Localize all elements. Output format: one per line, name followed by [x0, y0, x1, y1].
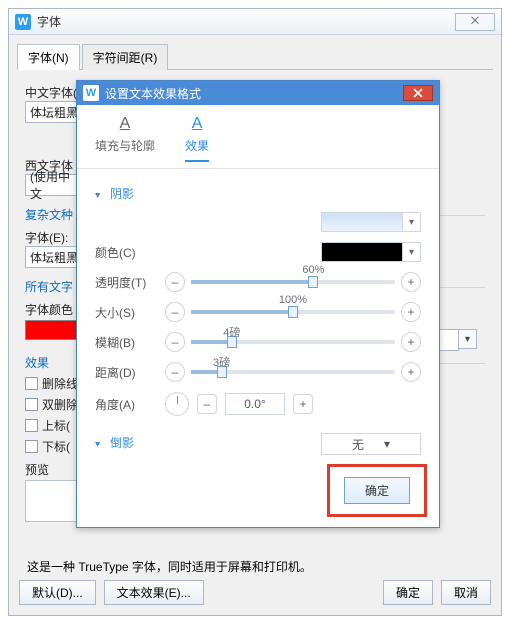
triangle-down-icon: [95, 436, 104, 450]
shadow-color-select[interactable]: ▾: [321, 242, 421, 262]
tab-font[interactable]: 字体(N): [17, 44, 80, 70]
checkbox-icon: [25, 398, 38, 411]
blur-minus-button[interactable]: –: [165, 332, 185, 352]
reflection-select[interactable]: 无 ▾: [321, 433, 421, 455]
angle-input[interactable]: 0.0°: [225, 393, 285, 415]
checkbox-icon: [25, 419, 38, 432]
opacity-plus-button[interactable]: +: [401, 272, 421, 292]
checkbox-icon: [25, 377, 38, 390]
distance-plus-button[interactable]: +: [401, 362, 421, 382]
effect-body: 阴影 ▾ 颜色(C) ▾ 透明度(T) – 60% + 大小(S) –: [77, 169, 439, 475]
effect-dialog-titlebar: W 设置文本效果格式: [77, 81, 439, 105]
font-cancel-button[interactable]: 取消: [441, 580, 491, 605]
font-dialog-close-button[interactable]: ⨉: [455, 13, 495, 31]
effect-close-button[interactable]: [403, 85, 433, 101]
size-minus-button[interactable]: –: [165, 302, 185, 322]
checkbox-icon: [25, 440, 38, 453]
tab-spacing[interactable]: 字符间距(R): [82, 44, 169, 70]
app-logo-icon: W: [15, 14, 31, 30]
angle-dial[interactable]: [165, 392, 189, 416]
distance-slider[interactable]: 3磅: [191, 370, 395, 374]
default-button[interactable]: 默认(D)...: [19, 580, 96, 605]
angle-minus-button[interactable]: –: [197, 394, 217, 414]
size-slider[interactable]: 100%: [191, 310, 395, 314]
opacity-minus-button[interactable]: –: [165, 272, 185, 292]
label-blur: 模糊(B): [95, 334, 165, 351]
close-icon: [413, 88, 423, 98]
text-effect-button[interactable]: 文本效果(E)...: [104, 580, 204, 605]
effect-tabs: A 填充与轮廓 A 效果: [77, 105, 439, 169]
triangle-down-icon: [95, 187, 104, 201]
effect-dialog-title: 设置文本效果格式: [105, 85, 201, 102]
font-dialog-titlebar: W 字体 ⨉: [9, 9, 501, 35]
ok-highlight-frame: 确定: [327, 464, 427, 517]
font-ok-button[interactable]: 确定: [383, 580, 433, 605]
text-effect-dialog: W 设置文本效果格式 A 填充与轮廓 A 效果 阴影 ▾ 颜色(C) ▾ 透明度…: [76, 80, 440, 528]
distance-minus-button[interactable]: –: [165, 362, 185, 382]
font-color-swatch[interactable]: [25, 320, 83, 340]
angle-plus-button[interactable]: +: [293, 394, 313, 414]
fill-outline-icon: A: [120, 115, 131, 133]
effect-icon: A: [192, 115, 203, 133]
label-size: 大小(S): [95, 304, 165, 321]
label-distance: 距离(D): [95, 364, 165, 381]
tab-fill-outline[interactable]: A 填充与轮廓: [95, 115, 155, 162]
font-dialog-buttons: 默认(D)... 文本效果(E)... 确定 取消: [19, 580, 491, 605]
opacity-slider[interactable]: 60%: [191, 280, 395, 284]
section-shadow[interactable]: 阴影: [95, 185, 421, 202]
shadow-preset-select[interactable]: ▾: [321, 212, 421, 232]
size-plus-button[interactable]: +: [401, 302, 421, 322]
effect-ok-button[interactable]: 确定: [344, 477, 410, 504]
label-color: 颜色(C): [95, 244, 165, 261]
blur-slider[interactable]: 4磅: [191, 340, 395, 344]
blur-plus-button[interactable]: +: [401, 332, 421, 352]
label-angle: 角度(A): [95, 396, 165, 413]
font-dialog-title: 字体: [37, 13, 61, 30]
chevron-down-icon: ▾: [403, 212, 421, 232]
chevron-down-icon: ▾: [403, 242, 421, 262]
font-dialog-tabs: 字体(N) 字符间距(R): [17, 43, 493, 70]
label-opacity: 透明度(T): [95, 274, 165, 291]
chevron-down-icon: ▾: [384, 437, 390, 451]
font-footnote: 这是一种 TrueType 字体，同时适用于屏幕和打印机。: [27, 558, 312, 575]
tab-effect[interactable]: A 效果: [185, 115, 209, 162]
small-dropdown-button[interactable]: ▾: [459, 329, 477, 349]
app-logo-icon: W: [83, 85, 99, 101]
